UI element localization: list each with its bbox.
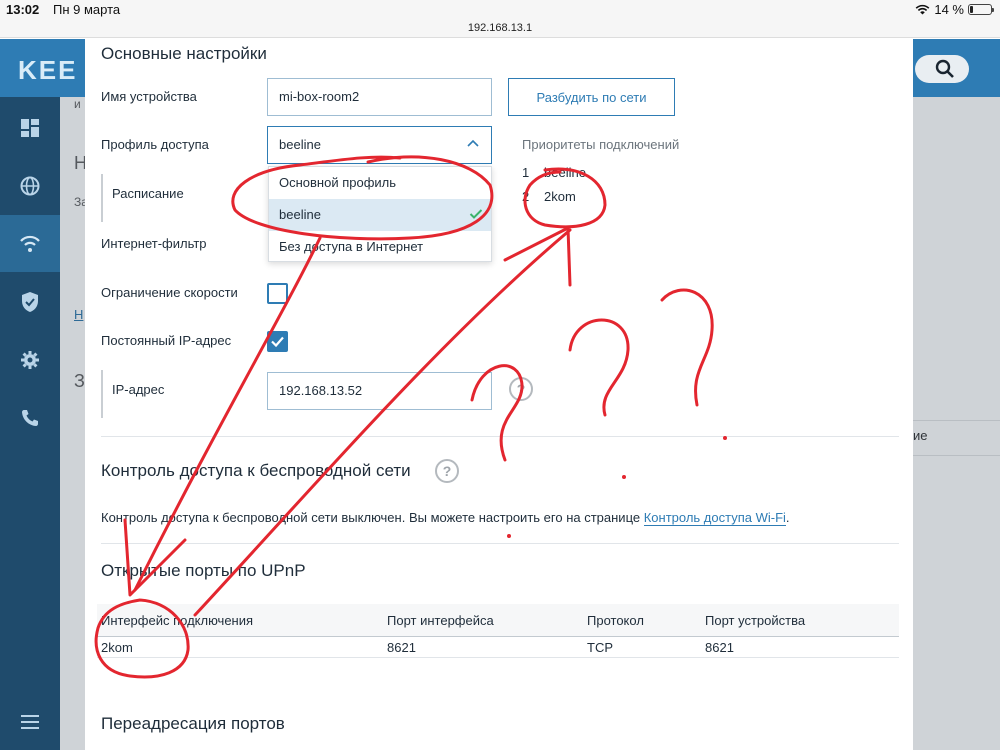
dropdown-option-selected[interactable]: beeline <box>269 199 491 231</box>
chevron-up-icon <box>467 139 479 147</box>
internet-filter-label: Интернет-фильтр <box>101 236 207 251</box>
device-name-value: mi-box-room2 <box>279 89 360 104</box>
wifi-access-control-link[interactable]: Контроль доступа Wi-Fi <box>643 510 786 526</box>
access-profile-dropdown: Основной профиль beeline Без доступа в И… <box>268 166 492 262</box>
bg-divider <box>913 420 1000 421</box>
device-settings-dialog: Основные настройки Имя устройства mi-box… <box>85 38 913 750</box>
sidebar <box>0 97 60 750</box>
ip-address-input[interactable]: 192.168.13.52 <box>267 372 492 410</box>
table-cell: TCP <box>587 640 613 655</box>
priority-item: 2 2kom <box>522 189 576 204</box>
ip-address-label: IP-адрес <box>112 382 165 397</box>
help-icon[interactable]: ? <box>435 459 459 483</box>
bg-stub-text: ие <box>913 428 928 443</box>
bg-stub-text: З <box>74 371 85 391</box>
date: Пн 9 марта <box>53 2 121 17</box>
background-right-strip: ие <box>913 97 1000 750</box>
table-cell: 8621 <box>705 640 734 655</box>
speed-limit-label: Ограничение скорости <box>101 285 238 300</box>
globe-icon[interactable] <box>0 157 60 214</box>
static-ip-label: Постоянный IP-адрес <box>101 333 232 348</box>
url-text: 192.168.13.1 <box>467 22 533 34</box>
upnp-table: Интерфейс подключения Порт интерфейса Пр… <box>97 604 899 658</box>
phone-icon[interactable] <box>0 389 60 446</box>
device-name-input[interactable]: mi-box-room2 <box>267 78 492 116</box>
dropdown-option[interactable]: Основной профиль <box>269 167 491 199</box>
bg-stub-link[interactable]: Н <box>74 307 83 322</box>
battery-percent: 14 % <box>934 2 964 17</box>
column-header: Порт интерфейса <box>387 613 494 628</box>
clock: 13:02 <box>6 2 40 17</box>
table-cell: 2kom <box>101 640 133 655</box>
access-profile-label: Профиль доступа <box>101 137 209 152</box>
wireless-access-title: Контроль доступа к беспроводной сети <box>101 461 411 480</box>
section-divider <box>101 543 899 544</box>
section-divider <box>101 436 899 437</box>
wake-on-lan-button[interactable]: Разбудить по сети <box>508 78 675 116</box>
access-profile-select[interactable]: beeline <box>267 126 492 164</box>
gear-icon[interactable] <box>0 331 60 388</box>
search-button[interactable] <box>915 55 969 83</box>
ip-indent-bar <box>101 370 103 418</box>
wifi-network-icon[interactable] <box>0 215 60 272</box>
shield-icon[interactable] <box>0 273 60 330</box>
url-bar[interactable]: 192.168.13.1 <box>0 20 1000 38</box>
battery-icon <box>968 4 994 15</box>
dropdown-option[interactable]: Без доступа в Интернет <box>269 231 491 263</box>
device-name-label: Имя устройства <box>101 89 197 104</box>
bg-divider <box>913 455 1000 456</box>
column-header: Порт устройства <box>705 613 806 628</box>
status-bar: 13:02 Пн 9 марта 14 % <box>0 0 1000 20</box>
schedule-label: Расписание <box>112 186 184 201</box>
priority-item: 1 beeline <box>522 165 586 180</box>
dashboard-icon[interactable] <box>0 99 60 156</box>
brand-logo: KEE <box>18 55 78 85</box>
search-icon <box>935 59 954 78</box>
schedule-indent-bar <box>101 174 103 222</box>
speed-limit-checkbox[interactable] <box>267 283 288 304</box>
menu-icon[interactable] <box>0 693 60 750</box>
upnp-title: Открытые порты по UPnP <box>101 561 306 580</box>
priority-title: Приоритеты подключений <box>522 137 680 152</box>
port-forwarding-title: Переадресация портов <box>101 714 285 733</box>
wifi-icon <box>915 4 930 15</box>
bg-stub-text: и <box>74 97 81 111</box>
table-row <box>97 637 899 658</box>
column-header: Интерфейс подключения <box>101 613 254 628</box>
access-profile-value: beeline <box>279 137 321 152</box>
status-indicators: 14 % <box>915 2 994 17</box>
wireless-access-text: Контроль доступа к беспроводной сети вык… <box>101 510 790 526</box>
check-icon <box>469 209 483 219</box>
checkmark-icon <box>271 336 284 348</box>
help-icon[interactable]: ? <box>509 377 533 401</box>
ip-address-value: 192.168.13.52 <box>279 383 363 398</box>
static-ip-checkbox[interactable] <box>267 331 288 352</box>
column-header: Протокол <box>587 613 644 628</box>
table-cell: 8621 <box>387 640 416 655</box>
dialog-title: Основные настройки <box>101 44 267 63</box>
